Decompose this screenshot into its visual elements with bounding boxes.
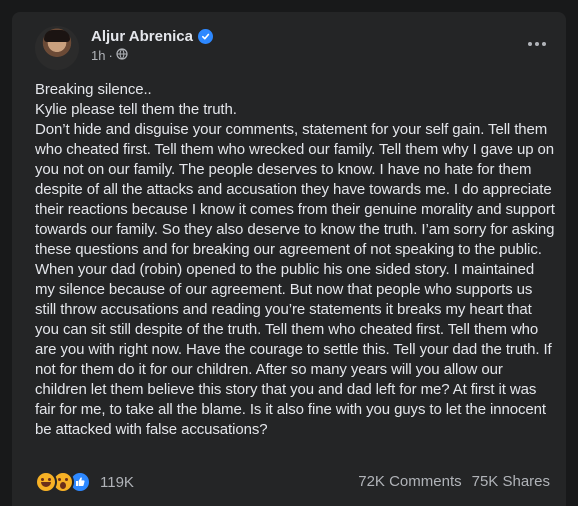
author-avatar[interactable]: [35, 26, 79, 70]
reaction-count: 119K: [100, 473, 134, 491]
post-card: Aljur Abrenica 1h · Breaking silence.. K…: [12, 12, 566, 506]
comments-link[interactable]: 72K Comments: [358, 473, 461, 490]
author-name-row: Aljur Abrenica: [91, 28, 213, 45]
globe-icon[interactable]: [116, 48, 128, 63]
shares-link[interactable]: 75K Shares: [472, 473, 550, 490]
post-meta: 1h ·: [91, 48, 128, 63]
more-options-icon[interactable]: [528, 42, 546, 46]
reactions-summary[interactable]: 119K: [35, 471, 134, 493]
engagement-stats: 72K Comments 75K Shares: [358, 473, 550, 490]
post-time[interactable]: 1h: [91, 48, 105, 63]
post-text: Breaking silence.. Kylie please tell the…: [35, 81, 555, 438]
separator-dot: ·: [108, 48, 113, 63]
haha-icon: [35, 471, 57, 493]
author-name[interactable]: Aljur Abrenica: [91, 28, 193, 45]
verified-badge-icon: [197, 29, 213, 44]
